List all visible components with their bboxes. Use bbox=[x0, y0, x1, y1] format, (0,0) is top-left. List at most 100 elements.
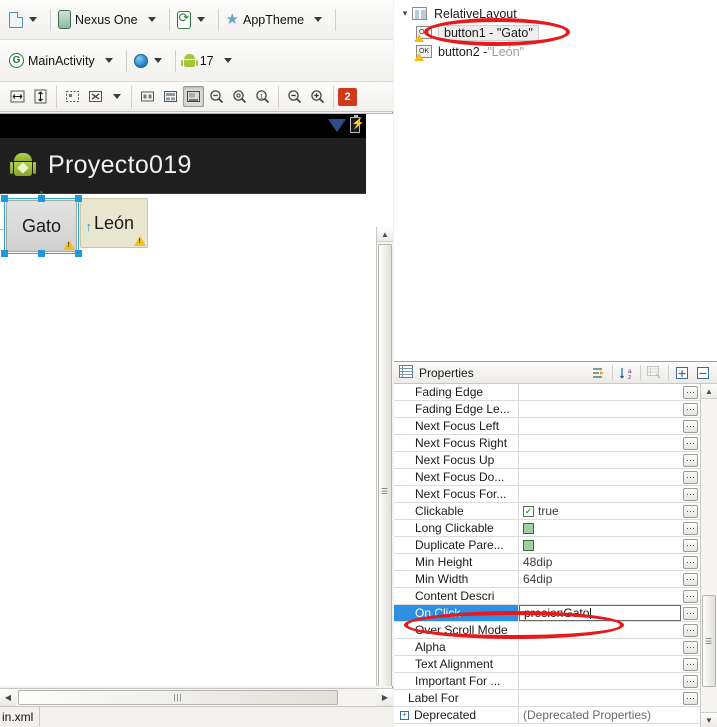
scrollbar-thumb[interactable]: ☰ bbox=[378, 244, 392, 686]
locale-dropdown[interactable] bbox=[131, 48, 171, 74]
error-count-badge[interactable]: 2 bbox=[338, 87, 357, 106]
zoom-in-icon[interactable] bbox=[307, 86, 328, 107]
baseline-icon[interactable] bbox=[183, 86, 204, 107]
property-editor-button[interactable]: ⋯ bbox=[681, 503, 700, 519]
property-row-min-height[interactable]: Min Height 48dip ⋯ bbox=[394, 554, 700, 571]
marquee-select-icon[interactable] bbox=[62, 86, 83, 107]
resize-handle-s[interactable] bbox=[38, 250, 45, 257]
property-editor-button[interactable]: ⋯ bbox=[681, 486, 700, 502]
property-value[interactable] bbox=[519, 384, 681, 400]
property-editor-button[interactable]: ⋯ bbox=[681, 673, 700, 689]
property-value-on-click-input[interactable]: presionGato bbox=[519, 605, 681, 621]
orientation-dropdown[interactable] bbox=[174, 7, 214, 33]
property-row[interactable]: Next Focus Up ⋯ bbox=[394, 452, 700, 469]
layout-preview-canvas[interactable]: Proyecto019 León Gato bbox=[0, 113, 393, 686]
api-level-dropdown[interactable]: 17 bbox=[180, 48, 241, 74]
property-editor-button[interactable]: ⋯ bbox=[681, 418, 700, 434]
property-row-clickable[interactable]: Clickable ✓ true ⋯ bbox=[394, 503, 700, 520]
tree-row-button2[interactable]: OK button2 - "León" bbox=[394, 42, 717, 61]
property-row-long-clickable[interactable]: Long Clickable ⋯ bbox=[394, 520, 700, 537]
expand-plus-icon[interactable]: + bbox=[400, 710, 409, 720]
property-editor-button[interactable]: ⋯ bbox=[681, 401, 700, 417]
scroll-down-arrow[interactable]: ▼ bbox=[701, 712, 717, 727]
property-row[interactable]: Next Focus Do... ⋯ bbox=[394, 469, 700, 486]
property-value-cell[interactable] bbox=[519, 520, 681, 536]
property-value[interactable] bbox=[519, 690, 681, 706]
property-row[interactable]: Next Focus For... ⋯ bbox=[394, 486, 700, 503]
zoom-100-icon[interactable]: 1 bbox=[252, 86, 273, 107]
property-value[interactable] bbox=[519, 486, 681, 502]
device-dropdown[interactable]: Nexus One bbox=[55, 7, 165, 33]
property-editor-button[interactable]: ⋯ bbox=[681, 554, 700, 570]
property-row-label-for[interactable]: Label For ⋯ bbox=[394, 690, 700, 707]
tree-row-button1[interactable]: OK button1 - "Gato" bbox=[394, 23, 717, 42]
tree-row-relativelayout[interactable]: ▾ RelativeLayout bbox=[394, 4, 717, 23]
property-value[interactable] bbox=[519, 418, 681, 434]
property-value[interactable] bbox=[519, 656, 681, 672]
checkbox-inherited-icon[interactable] bbox=[523, 522, 534, 534]
align-icon[interactable] bbox=[160, 86, 181, 107]
chevron-down-icon[interactable] bbox=[113, 94, 121, 99]
config-dropdown[interactable] bbox=[6, 7, 46, 33]
scroll-left-arrow[interactable]: ◀ bbox=[0, 689, 16, 706]
canvas-horizontal-scrollbar[interactable]: ◀ ||| ▶ bbox=[0, 688, 393, 706]
resize-handle-nw[interactable] bbox=[1, 195, 8, 202]
property-row-min-width[interactable]: Min Width 64dip ⋯ bbox=[394, 571, 700, 588]
filter-icon[interactable] bbox=[645, 363, 664, 382]
property-editor-button[interactable]: ⋯ bbox=[681, 622, 700, 638]
tab-layout-xml[interactable]: in.xml bbox=[0, 706, 41, 727]
resize-handle-se[interactable] bbox=[75, 250, 82, 257]
property-row[interactable]: Fading Edge Le... ⋯ bbox=[394, 401, 700, 418]
show-advanced-icon[interactable] bbox=[589, 363, 608, 382]
property-editor-button[interactable]: ⋯ bbox=[681, 469, 700, 485]
property-value[interactable] bbox=[519, 452, 681, 468]
checkbox-inherited-icon[interactable] bbox=[523, 539, 534, 551]
property-value[interactable] bbox=[519, 622, 681, 638]
property-editor-button[interactable]: ⋯ bbox=[681, 639, 700, 655]
property-value[interactable]: 64dip bbox=[519, 571, 681, 587]
property-editor-button[interactable]: ⋯ bbox=[681, 588, 700, 604]
scrollbar-thumb[interactable]: ||| bbox=[18, 690, 338, 705]
property-value[interactable] bbox=[519, 588, 681, 604]
property-value-cell[interactable]: ✓ true bbox=[519, 503, 681, 519]
scrollbar-thumb[interactable]: ☰ bbox=[702, 595, 716, 687]
checkbox-checked-icon[interactable]: ✓ bbox=[523, 505, 534, 517]
sort-alpha-icon[interactable]: az bbox=[617, 363, 636, 382]
property-value[interactable] bbox=[519, 673, 681, 689]
property-row-over-scroll-mode[interactable]: Over Scroll Mode ⋯ bbox=[394, 622, 700, 639]
property-editor-button[interactable]: ⋯ bbox=[681, 571, 700, 587]
property-editor-button[interactable]: ⋯ bbox=[681, 452, 700, 468]
property-editor-button[interactable]: ⋯ bbox=[681, 384, 700, 400]
property-row[interactable]: Next Focus Left ⋯ bbox=[394, 418, 700, 435]
property-row-duplicate-parent[interactable]: Duplicate Pare... ⋯ bbox=[394, 537, 700, 554]
properties-grid[interactable]: Fading Edge ⋯ Fading Edge Le... ⋯ Next F… bbox=[394, 384, 700, 727]
expand-arrow-icon[interactable]: ▾ bbox=[398, 8, 412, 19]
property-value[interactable]: 48dip bbox=[519, 554, 681, 570]
activity-dropdown[interactable]: G MainActivity bbox=[6, 48, 122, 74]
expand-all-icon[interactable] bbox=[673, 363, 692, 382]
property-row-on-click[interactable]: On Click presionGato ⋯ bbox=[394, 605, 700, 622]
property-value[interactable] bbox=[519, 639, 681, 655]
property-row-text-alignment[interactable]: Text Alignment ⋯ bbox=[394, 656, 700, 673]
property-value[interactable] bbox=[519, 401, 681, 417]
resize-handle-sw[interactable] bbox=[1, 250, 8, 257]
outline-view[interactable]: ▾ RelativeLayout OK button1 - "Gato" OK … bbox=[394, 0, 717, 362]
zoom-out-icon[interactable] bbox=[284, 86, 305, 107]
scroll-right-arrow[interactable]: ▶ bbox=[377, 689, 393, 706]
property-row-important-for[interactable]: Important For ... ⋯ bbox=[394, 673, 700, 690]
properties-vertical-scrollbar[interactable]: ▲ ☰ ▼ bbox=[700, 384, 717, 727]
collapse-all-icon[interactable] bbox=[694, 363, 713, 382]
toggle-width-icon[interactable] bbox=[7, 86, 28, 107]
property-row[interactable]: Fading Edge ⋯ bbox=[394, 384, 700, 401]
property-editor-button[interactable]: ⋯ bbox=[681, 537, 700, 553]
expand-all-icon[interactable] bbox=[85, 86, 106, 107]
property-row-alpha[interactable]: Alpha ⋯ bbox=[394, 639, 700, 656]
resize-handle-ne[interactable] bbox=[75, 195, 82, 202]
zoom-out-fit-icon[interactable] bbox=[206, 86, 227, 107]
canvas-vertical-scrollbar[interactable]: ▲ ☰ ▼ bbox=[376, 227, 393, 686]
scroll-up-arrow[interactable]: ▲ bbox=[377, 227, 393, 242]
zoom-fit-icon[interactable] bbox=[229, 86, 250, 107]
property-row[interactable]: Next Focus Right ⋯ bbox=[394, 435, 700, 452]
property-editor-button[interactable]: ⋯ bbox=[681, 605, 700, 621]
property-value[interactable] bbox=[519, 435, 681, 451]
